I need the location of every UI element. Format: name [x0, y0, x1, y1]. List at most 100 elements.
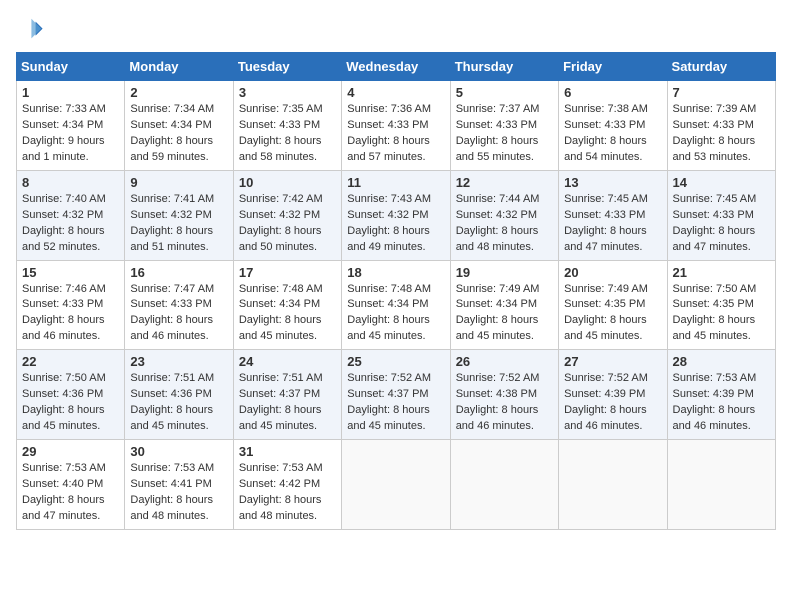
sunset-label: Sunset:	[130, 298, 170, 310]
sunset-label: Sunset:	[130, 388, 170, 400]
daylight-label: Daylight: 8 hours and 47 minutes.	[673, 225, 756, 253]
sunrise-time: 7:37 AM	[499, 103, 539, 115]
day-number: 23	[130, 354, 227, 369]
day-number: 9	[130, 175, 227, 190]
sunset-time: 4:32 PM	[171, 209, 212, 221]
sunrise-time: 7:52 AM	[391, 372, 431, 384]
daylight-label: Daylight: 8 hours and 46 minutes.	[673, 404, 756, 432]
sunrise-time: 7:34 AM	[174, 103, 214, 115]
sunrise-time: 7:50 AM	[716, 283, 756, 295]
day-info: Sunrise: 7:38 AM Sunset: 4:33 PM Dayligh…	[564, 102, 661, 166]
daylight-label: Daylight: 8 hours and 48 minutes.	[239, 494, 322, 522]
day-number: 27	[564, 354, 661, 369]
sunset-label: Sunset:	[347, 209, 387, 221]
daylight-label: Daylight: 8 hours and 46 minutes.	[456, 404, 539, 432]
daylight-label: Daylight: 8 hours and 46 minutes.	[130, 314, 213, 342]
weekday-header-cell: Tuesday	[233, 53, 341, 81]
sunrise-label: Sunrise:	[22, 193, 65, 205]
sunrise-time: 7:49 AM	[608, 283, 648, 295]
sunrise-label: Sunrise:	[564, 193, 607, 205]
sunrise-time: 7:53 AM	[65, 462, 105, 474]
sunset-time: 4:33 PM	[713, 209, 754, 221]
sunset-time: 4:33 PM	[279, 119, 320, 131]
daylight-label: Daylight: 8 hours and 45 minutes.	[564, 314, 647, 342]
day-number: 8	[22, 175, 119, 190]
sunset-label: Sunset:	[130, 119, 170, 131]
sunrise-time: 7:53 AM	[282, 462, 322, 474]
sunset-label: Sunset:	[673, 298, 713, 310]
sunset-time: 4:40 PM	[62, 478, 103, 490]
calendar-day-cell: 25 Sunrise: 7:52 AM Sunset: 4:37 PM Dayl…	[342, 350, 450, 440]
day-info: Sunrise: 7:49 AM Sunset: 4:34 PM Dayligh…	[456, 282, 553, 346]
calendar-week-row: 1 Sunrise: 7:33 AM Sunset: 4:34 PM Dayli…	[17, 81, 776, 171]
day-number: 2	[130, 85, 227, 100]
daylight-label: Daylight: 9 hours and 1 minute.	[22, 135, 105, 163]
sunrise-label: Sunrise:	[673, 103, 716, 115]
day-info: Sunrise: 7:52 AM Sunset: 4:38 PM Dayligh…	[456, 371, 553, 435]
day-info: Sunrise: 7:48 AM Sunset: 4:34 PM Dayligh…	[347, 282, 444, 346]
day-info: Sunrise: 7:42 AM Sunset: 4:32 PM Dayligh…	[239, 192, 336, 256]
calendar-day-cell: 26 Sunrise: 7:52 AM Sunset: 4:38 PM Dayl…	[450, 350, 558, 440]
sunset-label: Sunset:	[130, 478, 170, 490]
sunset-time: 4:33 PM	[713, 119, 754, 131]
calendar-day-cell: 16 Sunrise: 7:47 AM Sunset: 4:33 PM Dayl…	[125, 260, 233, 350]
sunrise-time: 7:51 AM	[282, 372, 322, 384]
sunset-time: 4:33 PM	[604, 209, 645, 221]
day-number: 4	[347, 85, 444, 100]
calendar-day-cell: 18 Sunrise: 7:48 AM Sunset: 4:34 PM Dayl…	[342, 260, 450, 350]
sunrise-label: Sunrise:	[673, 372, 716, 384]
daylight-label: Daylight: 8 hours and 45 minutes.	[239, 314, 322, 342]
sunrise-label: Sunrise:	[239, 103, 282, 115]
calendar-day-cell: 31 Sunrise: 7:53 AM Sunset: 4:42 PM Dayl…	[233, 440, 341, 530]
sunset-time: 4:35 PM	[604, 298, 645, 310]
sunset-label: Sunset:	[564, 298, 604, 310]
sunrise-time: 7:48 AM	[282, 283, 322, 295]
sunrise-label: Sunrise:	[456, 193, 499, 205]
sunset-label: Sunset:	[673, 119, 713, 131]
sunrise-label: Sunrise:	[239, 372, 282, 384]
calendar-day-cell: 27 Sunrise: 7:52 AM Sunset: 4:39 PM Dayl…	[559, 350, 667, 440]
sunset-time: 4:32 PM	[496, 209, 537, 221]
sunrise-label: Sunrise:	[347, 283, 390, 295]
calendar-day-cell: 11 Sunrise: 7:43 AM Sunset: 4:32 PM Dayl…	[342, 170, 450, 260]
sunset-time: 4:36 PM	[171, 388, 212, 400]
calendar-day-cell: 2 Sunrise: 7:34 AM Sunset: 4:34 PM Dayli…	[125, 81, 233, 171]
sunset-label: Sunset:	[564, 119, 604, 131]
sunrise-label: Sunrise:	[673, 283, 716, 295]
sunset-time: 4:34 PM	[62, 119, 103, 131]
calendar-day-cell: 3 Sunrise: 7:35 AM Sunset: 4:33 PM Dayli…	[233, 81, 341, 171]
sunset-label: Sunset:	[22, 388, 62, 400]
day-info: Sunrise: 7:50 AM Sunset: 4:35 PM Dayligh…	[673, 282, 770, 346]
sunrise-time: 7:45 AM	[608, 193, 648, 205]
sunrise-label: Sunrise:	[456, 283, 499, 295]
weekday-header-cell: Wednesday	[342, 53, 450, 81]
sunset-time: 4:34 PM	[279, 298, 320, 310]
sunset-label: Sunset:	[347, 119, 387, 131]
sunrise-time: 7:43 AM	[391, 193, 431, 205]
calendar-day-cell: 1 Sunrise: 7:33 AM Sunset: 4:34 PM Dayli…	[17, 81, 125, 171]
sunrise-time: 7:50 AM	[65, 372, 105, 384]
weekday-header-cell: Sunday	[17, 53, 125, 81]
sunrise-label: Sunrise:	[347, 103, 390, 115]
sunset-time: 4:34 PM	[171, 119, 212, 131]
sunrise-label: Sunrise:	[22, 372, 65, 384]
sunset-label: Sunset:	[22, 298, 62, 310]
daylight-label: Daylight: 8 hours and 45 minutes.	[347, 314, 430, 342]
day-number: 1	[22, 85, 119, 100]
daylight-label: Daylight: 8 hours and 45 minutes.	[456, 314, 539, 342]
sunset-label: Sunset:	[456, 298, 496, 310]
sunset-time: 4:33 PM	[171, 298, 212, 310]
sunrise-label: Sunrise:	[564, 283, 607, 295]
sunset-label: Sunset:	[673, 388, 713, 400]
sunrise-time: 7:40 AM	[65, 193, 105, 205]
sunrise-time: 7:48 AM	[391, 283, 431, 295]
calendar-day-cell	[342, 440, 450, 530]
day-number: 12	[456, 175, 553, 190]
day-info: Sunrise: 7:39 AM Sunset: 4:33 PM Dayligh…	[673, 102, 770, 166]
calendar-week-row: 15 Sunrise: 7:46 AM Sunset: 4:33 PM Dayl…	[17, 260, 776, 350]
sunrise-label: Sunrise:	[130, 372, 173, 384]
day-number: 13	[564, 175, 661, 190]
sunrise-time: 7:46 AM	[65, 283, 105, 295]
calendar-day-cell: 24 Sunrise: 7:51 AM Sunset: 4:37 PM Dayl…	[233, 350, 341, 440]
calendar-day-cell	[450, 440, 558, 530]
